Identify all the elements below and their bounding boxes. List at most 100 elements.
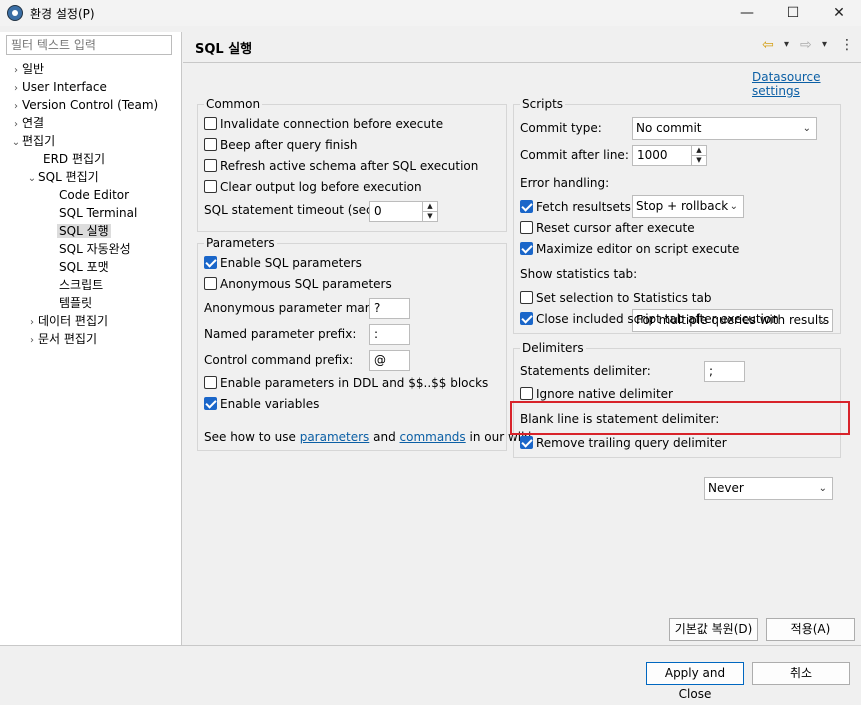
parameters-group-label: Parameters — [204, 236, 277, 250]
parameters-wiki-link[interactable]: parameters — [300, 430, 370, 444]
clear-output-log-checkbox[interactable]: Clear output log before execution — [204, 177, 504, 198]
spinner-arrows[interactable]: ▲ ▼ — [422, 202, 437, 221]
tree-item-code-editor[interactable]: Code Editor — [10, 186, 180, 204]
app-icon — [7, 5, 23, 21]
named-prefix-input[interactable]: : — [369, 324, 410, 345]
back-dropdown-icon[interactable]: ▾ — [784, 39, 789, 50]
commit-after-label: Commit after line: — [520, 148, 629, 162]
tree-item-editors[interactable]: ⌄ 편집기 — [10, 132, 180, 150]
common-group-label: Common — [204, 97, 263, 111]
maximize-editor-checkbox[interactable]: Maximize editor on script execute — [520, 239, 739, 260]
error-handling-select[interactable]: Stop + rollback ⌄ — [632, 195, 744, 218]
enable-variables-checkbox[interactable]: Enable variables — [204, 394, 319, 415]
view-menu-icon[interactable]: ⋮ — [840, 37, 854, 53]
invalidate-connection-checkbox[interactable]: Invalidate connection before execute — [204, 114, 504, 135]
tree-item-templates[interactable]: 템플릿 — [10, 294, 180, 312]
forward-dropdown-icon[interactable]: ▾ — [822, 39, 827, 50]
chevron-down-icon[interactable]: ⌄ — [26, 170, 38, 188]
tree-item-sql-format[interactable]: SQL 포맷 — [10, 258, 180, 276]
tree-item-erd-editor[interactable]: ERD 편집기 — [10, 150, 180, 168]
anonymous-mark-label: Anonymous parameter mark: — [204, 301, 381, 315]
control-prefix-label: Control command prefix: — [204, 353, 354, 367]
checkbox-box[interactable] — [204, 117, 217, 130]
checkbox-box[interactable] — [520, 291, 533, 304]
statistics-tab-label: Show statistics tab: — [520, 267, 638, 281]
chevron-down-icon: ⌄ — [729, 201, 738, 212]
chevron-down-icon: ⌄ — [818, 315, 827, 326]
chevron-down-icon[interactable]: ⌄ — [10, 134, 22, 152]
window-title: 환경 설정(P) — [30, 7, 95, 21]
tree-item-general[interactable]: › 일반 — [10, 60, 180, 78]
checkbox-box[interactable] — [204, 376, 217, 389]
tree-item-scripts[interactable]: 스크립트 — [10, 276, 180, 294]
statements-delimiter-input[interactable]: ; — [704, 361, 745, 382]
timeout-label: SQL statement timeout (sec): — [204, 203, 382, 217]
checkbox-checked[interactable] — [204, 256, 217, 269]
commit-type-label: Commit type: — [520, 121, 602, 135]
blank-line-delimiter-select[interactable]: Never ⌄ — [704, 477, 833, 500]
forward-arrow-icon[interactable]: ⇨ — [800, 37, 812, 53]
checkbox-box[interactable] — [204, 138, 217, 151]
checkbox-box[interactable] — [520, 221, 533, 234]
chevron-down-icon: ⌄ — [802, 123, 811, 134]
remove-trailing-delimiter-checkbox[interactable]: Remove trailing query delimiter — [520, 433, 727, 454]
ddl-parameters-checkbox[interactable]: Enable parameters in DDL and $$..$$ bloc… — [204, 373, 488, 394]
enable-sql-parameters-checkbox[interactable]: Enable SQL parameters — [204, 253, 362, 274]
datasource-settings-link[interactable]: Datasource settings — [752, 70, 861, 98]
fetch-resultsets-checkbox[interactable]: Fetch resultsets — [520, 197, 631, 218]
spinner-arrows[interactable]: ▲ ▼ — [691, 146, 706, 165]
checkbox-box[interactable] — [204, 277, 217, 290]
anonymous-mark-input[interactable]: ? — [369, 298, 410, 319]
spinner-down-icon[interactable]: ▼ — [423, 212, 437, 222]
commands-wiki-link[interactable]: commands — [400, 430, 466, 444]
close-button[interactable]: ✕ — [816, 0, 861, 26]
tree-item-sql-terminal[interactable]: SQL Terminal — [10, 204, 180, 222]
tree-item-connections[interactable]: › 연결 — [10, 114, 180, 132]
refresh-schema-checkbox[interactable]: Refresh active schema after SQL executio… — [204, 156, 504, 177]
timeout-spinner[interactable]: 0 ▲ ▼ — [369, 201, 438, 222]
error-handling-label: Error handling: — [520, 176, 610, 190]
cancel-button[interactable]: 취소 — [752, 662, 850, 685]
page-title: SQL 실행 — [195, 42, 253, 57]
tree-item-sql-editor[interactable]: ⌄ SQL 편집기 — [10, 168, 180, 186]
chevron-right-icon[interactable]: › — [26, 332, 38, 350]
named-prefix-label: Named parameter prefix: — [204, 327, 357, 341]
dialog-separator — [0, 645, 861, 646]
anonymous-sql-parameters-checkbox[interactable]: Anonymous SQL parameters — [204, 274, 392, 295]
scripts-group-label: Scripts — [520, 97, 566, 111]
control-prefix-input[interactable]: @ — [369, 350, 410, 371]
spinner-down-icon[interactable]: ▼ — [692, 156, 706, 166]
chevron-down-icon: ⌄ — [818, 483, 827, 494]
set-selection-checkbox[interactable]: Set selection to Statistics tab — [520, 288, 711, 309]
tree-item-sql-completion[interactable]: SQL 자동완성 — [10, 240, 180, 258]
checkbox-checked[interactable] — [520, 200, 533, 213]
title-separator — [183, 62, 861, 63]
tree-item-text-editor[interactable]: › 문서 편집기 — [10, 330, 180, 348]
checkbox-box[interactable] — [204, 180, 217, 193]
tree-item-user-interface[interactable]: › User Interface — [10, 78, 180, 96]
filter-input[interactable] — [6, 35, 172, 55]
tree-item-sql-execute[interactable]: SQL 실행 — [10, 222, 180, 240]
checkbox-checked[interactable] — [520, 312, 533, 325]
maximize-button[interactable]: ☐ — [770, 0, 816, 26]
beep-after-query-checkbox[interactable]: Beep after query finish — [204, 135, 504, 156]
minimize-button[interactable]: — — [724, 0, 770, 26]
close-script-tab-checkbox[interactable]: Close included script tab after executio… — [520, 309, 779, 330]
tree-item-version-control[interactable]: › Version Control (Team) — [10, 96, 180, 114]
checkbox-checked[interactable] — [204, 397, 217, 410]
preferences-tree: › 일반 › User Interface › Version Control (Te… — [10, 60, 180, 348]
checkbox-checked[interactable] — [520, 436, 533, 449]
reset-cursor-checkbox[interactable]: Reset cursor after execute — [520, 218, 695, 239]
wiki-help-text: See how to use parameters and commands i… — [204, 430, 532, 444]
apply-and-close-button[interactable]: Apply and Close — [646, 662, 744, 701]
checkbox-checked[interactable] — [520, 242, 533, 255]
back-arrow-icon[interactable]: ⇦ — [762, 37, 774, 53]
checkbox-box[interactable] — [520, 387, 533, 400]
apply-button[interactable]: 적용(A) — [766, 618, 855, 641]
restore-defaults-button[interactable]: 기본값 복원(D) — [669, 618, 758, 641]
checkbox-box[interactable] — [204, 159, 217, 172]
tree-item-data-editor[interactable]: › 데이터 편집기 — [10, 312, 180, 330]
commit-type-select[interactable]: No commit ⌄ — [632, 117, 817, 140]
blank-line-delimiter-label: Blank line is statement delimiter: — [520, 412, 720, 426]
commit-after-spinner[interactable]: 1000 ▲ ▼ — [632, 145, 707, 166]
